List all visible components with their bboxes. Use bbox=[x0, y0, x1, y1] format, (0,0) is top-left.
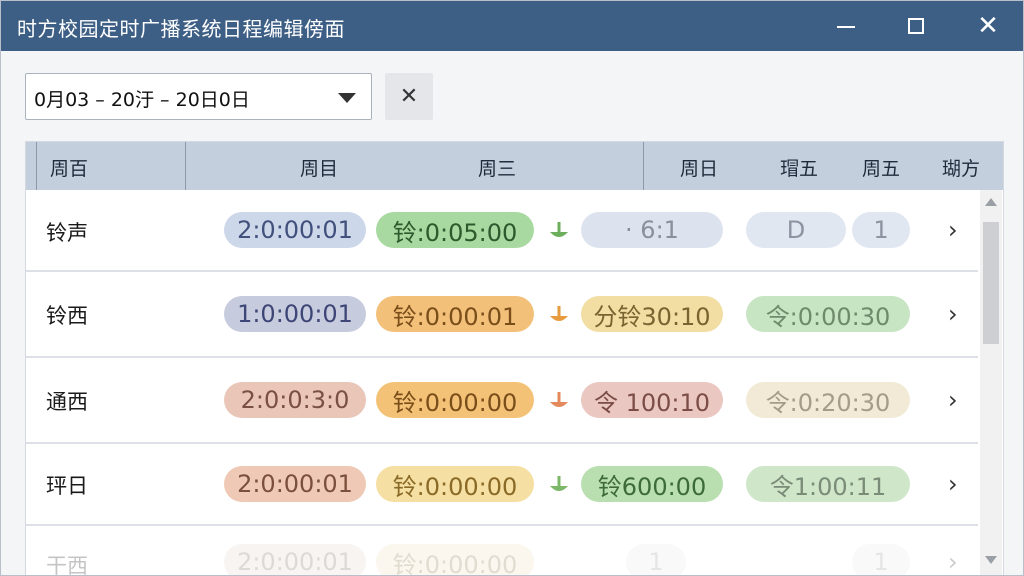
count-pill[interactable]: 1 bbox=[852, 212, 910, 248]
row-label: 通西 bbox=[46, 390, 88, 414]
title-bar: 时方校园定时广播系统日程编辑傍面 ✕ bbox=[1, 1, 1023, 51]
time-pill[interactable]: 1:0:00:01 bbox=[224, 296, 366, 332]
duration-pill[interactable]: 令 100:10 bbox=[581, 382, 723, 418]
table-row[interactable]: 干西 2:0:00:01 铃:0:00:00 1 1 › bbox=[26, 526, 978, 576]
chevron-right-icon[interactable]: › bbox=[948, 216, 958, 244]
row-label: 玶日 bbox=[46, 474, 88, 498]
time-pill[interactable]: 2:0:00:01 bbox=[224, 544, 366, 575]
column-header[interactable]: 瑚方 bbox=[942, 154, 980, 181]
table-row[interactable]: 玶日 2:0:00:01 铃:0:00:00 铃600:00 令1:00:11 … bbox=[26, 444, 978, 526]
clear-filter-button[interactable]: ✕ bbox=[385, 73, 433, 120]
date-range-select[interactable]: 0月03 – 20汙 – 20日0日 bbox=[25, 73, 372, 120]
schedule-table: 周百 周目 周三 周日 瑁五 周五 瑚方 铃声 2:0:00:01 铃:0:05… bbox=[25, 141, 1004, 576]
column-divider bbox=[643, 142, 644, 190]
column-header[interactable]: 瑁五 bbox=[780, 154, 818, 181]
column-header[interactable]: 周五 bbox=[862, 154, 900, 181]
maximize-button[interactable] bbox=[881, 1, 951, 51]
duration-pill[interactable]: 1 bbox=[626, 544, 686, 575]
bell-time-pill[interactable]: 铃:0:00:00 bbox=[376, 382, 534, 418]
maximize-icon bbox=[908, 18, 924, 34]
column-header[interactable]: 周三 bbox=[478, 154, 516, 181]
column-header[interactable]: 周日 bbox=[680, 154, 718, 181]
flame-icon bbox=[550, 392, 568, 407]
vertical-scrollbar[interactable] bbox=[980, 190, 1002, 575]
chevron-right-icon[interactable]: › bbox=[948, 470, 958, 498]
bell-time-pill[interactable]: 铃:0:00:00 bbox=[376, 544, 534, 575]
close-icon: ✕ bbox=[399, 84, 419, 109]
row-label: 铃西 bbox=[46, 304, 88, 328]
time-pill[interactable]: 2:0:00:01 bbox=[224, 466, 366, 502]
status-pill[interactable]: 令1:00:11 bbox=[746, 466, 910, 502]
column-divider bbox=[185, 142, 186, 190]
row-label: 干西 bbox=[46, 554, 88, 576]
column-header[interactable]: 周目 bbox=[300, 154, 338, 181]
scroll-down-icon[interactable] bbox=[985, 556, 997, 564]
date-range-value: 0月03 – 20汙 – 20日0日 bbox=[34, 89, 250, 111]
scroll-up-icon[interactable] bbox=[985, 198, 997, 206]
window-title: 时方校园定时广播系统日程编辑傍面 bbox=[17, 17, 345, 41]
duration-pill[interactable]: 分铃30:10 bbox=[581, 296, 723, 332]
row-label: 铃声 bbox=[46, 221, 88, 245]
leaf-icon bbox=[550, 476, 568, 491]
duration-pill[interactable]: · 6:1 bbox=[581, 212, 723, 248]
chevron-right-icon[interactable]: › bbox=[948, 300, 958, 328]
chevron-down-icon bbox=[338, 93, 356, 103]
column-divider bbox=[36, 142, 37, 190]
minimize-button[interactable] bbox=[811, 1, 881, 51]
time-pill[interactable]: 2:0:00:01 bbox=[224, 212, 366, 248]
scrollbar-thumb[interactable] bbox=[983, 222, 999, 344]
count-pill[interactable]: 1 bbox=[852, 544, 910, 575]
bell-time-pill[interactable]: 铃:0:00:00 bbox=[376, 466, 534, 502]
table-row[interactable]: 铃西 1:0:00:01 铃:0:00:01 分铃30:10 令:0:00:30… bbox=[26, 272, 978, 358]
table-row[interactable]: 通西 2:0:0:3:0 铃:0:00:00 令 100:10 令:0:20:3… bbox=[26, 358, 978, 444]
time-pill[interactable]: 2:0:0:3:0 bbox=[224, 382, 366, 418]
chevron-right-icon[interactable]: › bbox=[948, 548, 958, 575]
table-header: 周百 周目 周三 周日 瑁五 周五 瑚方 bbox=[26, 142, 1003, 190]
duration-pill[interactable]: 铃600:00 bbox=[581, 466, 723, 502]
leaf-icon bbox=[550, 222, 568, 237]
minimize-icon bbox=[837, 26, 855, 28]
bell-time-pill[interactable]: 铃:0:00:01 bbox=[376, 296, 534, 332]
status-pill[interactable]: 令:0:00:30 bbox=[746, 296, 910, 332]
flame-icon bbox=[550, 306, 568, 321]
chevron-right-icon[interactable]: › bbox=[948, 386, 958, 414]
status-pill[interactable]: 令:0:20:30 bbox=[746, 382, 910, 418]
status-pill[interactable]: D bbox=[746, 212, 846, 248]
schedule-editor-window: 时方校园定时广播系统日程编辑傍面 ✕ 0月03 – 20汙 – 20日0日 ✕ … bbox=[0, 0, 1024, 576]
bell-time-pill[interactable]: 铃:0:05:00 bbox=[376, 212, 534, 248]
close-icon: ✕ bbox=[977, 11, 999, 41]
table-row[interactable]: 铃声 2:0:00:01 铃:0:05:00 · 6:1 D 1 › bbox=[26, 190, 978, 272]
column-header[interactable]: 周百 bbox=[50, 154, 88, 181]
close-window-button[interactable]: ✕ bbox=[953, 1, 1023, 51]
